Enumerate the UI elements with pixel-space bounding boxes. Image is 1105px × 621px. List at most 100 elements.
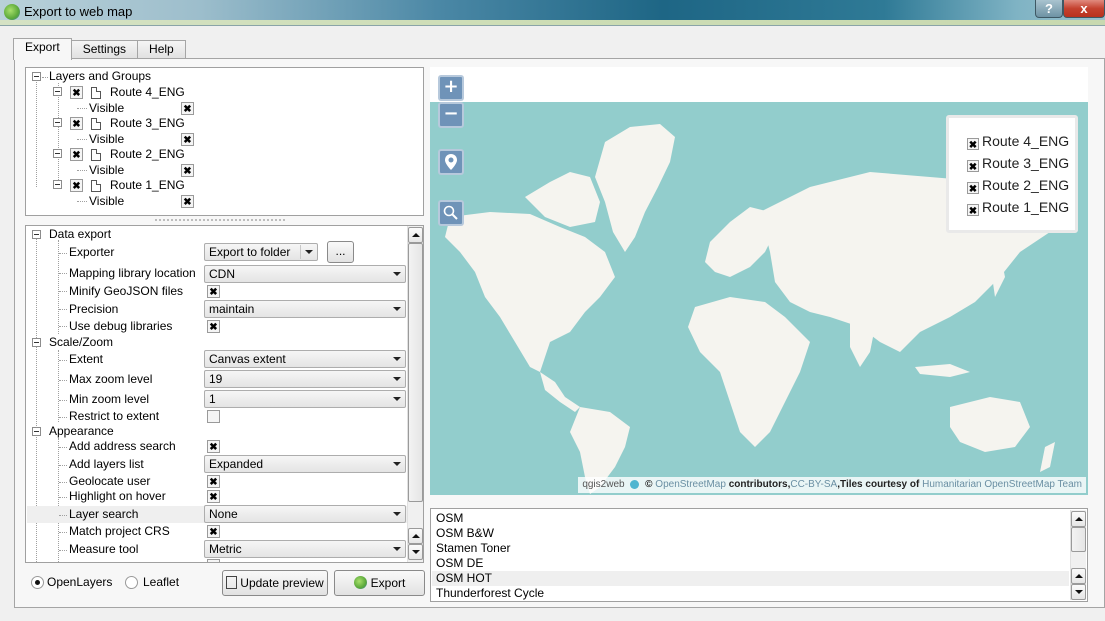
basemap-list: OSM OSM B&W Stamen Toner OSM DE OSM HOT … (430, 508, 1088, 602)
scroll-up-button[interactable] (1071, 568, 1086, 584)
osm-link[interactable]: OpenStreetMap (655, 479, 726, 490)
extent-value: Canvas extent (209, 352, 286, 366)
extent-select[interactable]: Canvas extent (204, 350, 406, 368)
splitter-handle[interactable] (155, 219, 285, 221)
address-search-label: Add address search (69, 439, 176, 453)
tab-help[interactable]: Help (137, 40, 186, 59)
close-button[interactable]: x (1063, 0, 1105, 18)
collapse-icon[interactable] (53, 87, 62, 96)
basemap-item[interactable]: Stamen Toner (432, 541, 1069, 556)
debug-checkbox[interactable] (207, 320, 220, 333)
zoom-in-button[interactable]: + (438, 75, 464, 101)
layer-checkbox[interactable] (70, 179, 83, 192)
qgis-app-icon (4, 4, 20, 20)
export-button[interactable]: Export (334, 570, 425, 596)
layers-list-select[interactable]: Expanded (204, 455, 406, 473)
scroll-up-button[interactable] (408, 528, 423, 544)
geolocate-button[interactable] (438, 149, 464, 175)
search-icon (443, 205, 458, 220)
openlayers-label[interactable]: OpenLayers (47, 575, 112, 589)
tree-line (59, 550, 67, 551)
preview-icon (226, 576, 238, 589)
min-zoom-select[interactable]: 1 (204, 390, 406, 408)
attribution-toggle-icon[interactable] (630, 479, 640, 489)
basemap-scrollbar[interactable] (1070, 510, 1086, 600)
map-preview[interactable]: + − Route 4_ENG Route 3_ENG Route 2_ENG … (430, 67, 1088, 495)
map-layer-item[interactable]: Route 2_ENG (967, 176, 1069, 194)
collapse-icon[interactable] (53, 149, 62, 158)
visible-checkbox[interactable] (181, 133, 194, 146)
scroll-up-button[interactable] (1071, 511, 1086, 527)
basemap-item[interactable]: OSM DE (432, 556, 1069, 571)
update-preview-button[interactable]: Update preview (222, 570, 328, 596)
mapping-library-select[interactable]: CDN (204, 265, 406, 283)
help-button[interactable]: ? (1035, 0, 1063, 18)
exporter-select[interactable]: Export to folder (204, 243, 318, 261)
highlight-hover-checkbox[interactable] (207, 490, 220, 503)
chevron-down-icon (393, 357, 401, 361)
basemap-item[interactable]: OSM B&W (432, 526, 1069, 541)
scroll-thumb[interactable] (1071, 527, 1086, 552)
layer-file-icon (91, 180, 101, 192)
map-layer-item[interactable]: Route 1_ENG (967, 198, 1069, 216)
chevron-down-icon (305, 250, 313, 254)
basemap-item[interactable]: OSM (432, 511, 1069, 526)
map-layer-checkbox[interactable] (967, 182, 979, 194)
layer-checkbox[interactable] (70, 148, 83, 161)
tree-line (77, 170, 87, 171)
basemap-item[interactable]: Thunderforest Cycle (432, 586, 1069, 601)
map-layer-label: Route 4_ENG (982, 133, 1070, 149)
measure-tool-select[interactable]: Metric (204, 540, 406, 558)
scroll-down-button[interactable] (408, 544, 423, 560)
collapse-icon[interactable] (32, 427, 41, 436)
collapse-icon[interactable] (53, 118, 62, 127)
max-zoom-select[interactable]: 19 (204, 370, 406, 388)
address-search-checkbox[interactable] (207, 440, 220, 453)
tab-settings[interactable]: Settings (70, 40, 139, 59)
attribution-app[interactable]: qgis2web (582, 479, 624, 490)
window-title: Export to web map (24, 4, 133, 19)
next-option-checkbox[interactable] (207, 559, 220, 562)
hot-link[interactable]: Humanitarian OpenStreetMap Team (922, 479, 1082, 490)
chevron-down-icon (393, 272, 401, 276)
visible-checkbox[interactable] (181, 195, 194, 208)
precision-select[interactable]: maintain (204, 300, 406, 318)
geolocate-checkbox[interactable] (207, 475, 220, 488)
openlayers-radio[interactable] (31, 576, 44, 589)
layer-checkbox[interactable] (70, 86, 83, 99)
qgis-export-icon (353, 576, 367, 589)
collapse-icon[interactable] (32, 230, 41, 239)
settings-scrollbar[interactable] (407, 226, 423, 562)
basemap-item[interactable]: OSM HOT (432, 571, 1069, 586)
map-layer-item[interactable]: Route 3_ENG (967, 154, 1069, 172)
map-layer-checkbox[interactable] (967, 160, 979, 172)
min-zoom-label: Min zoom level (69, 392, 150, 406)
layer-checkbox[interactable] (70, 117, 83, 130)
map-layer-item[interactable]: Route 4_ENG (967, 132, 1069, 150)
scroll-thumb[interactable] (408, 243, 423, 502)
search-button[interactable] (438, 200, 464, 226)
visible-checkbox[interactable] (181, 102, 194, 115)
collapse-icon[interactable] (32, 72, 41, 81)
leaflet-radio[interactable] (125, 576, 138, 589)
license-link[interactable]: CC-BY-SA (790, 479, 837, 490)
browse-button[interactable]: ... (327, 241, 354, 263)
section-data-export: Data export (49, 227, 112, 241)
map-layer-checkbox[interactable] (967, 138, 979, 150)
minify-checkbox[interactable] (207, 285, 220, 298)
restrict-extent-checkbox[interactable] (207, 410, 220, 423)
settings-tree-panel: Data export Exporter Export to folder ..… (25, 225, 424, 563)
visible-checkbox[interactable] (181, 164, 194, 177)
tab-export[interactable]: Export (13, 38, 72, 60)
leaflet-label[interactable]: Leaflet (143, 575, 179, 589)
zoom-out-button[interactable]: − (438, 102, 464, 128)
layer-search-select[interactable]: None (204, 505, 406, 523)
collapse-icon[interactable] (53, 180, 62, 189)
collapse-icon[interactable] (32, 338, 41, 347)
match-crs-checkbox[interactable] (207, 525, 220, 538)
scroll-down-button[interactable] (1071, 584, 1086, 600)
scroll-up-button[interactable] (408, 227, 423, 243)
extent-label: Extent (69, 352, 104, 366)
map-layer-checkbox[interactable] (967, 204, 979, 216)
window-title-bar[interactable]: Export to web map ? x (0, 0, 1105, 26)
